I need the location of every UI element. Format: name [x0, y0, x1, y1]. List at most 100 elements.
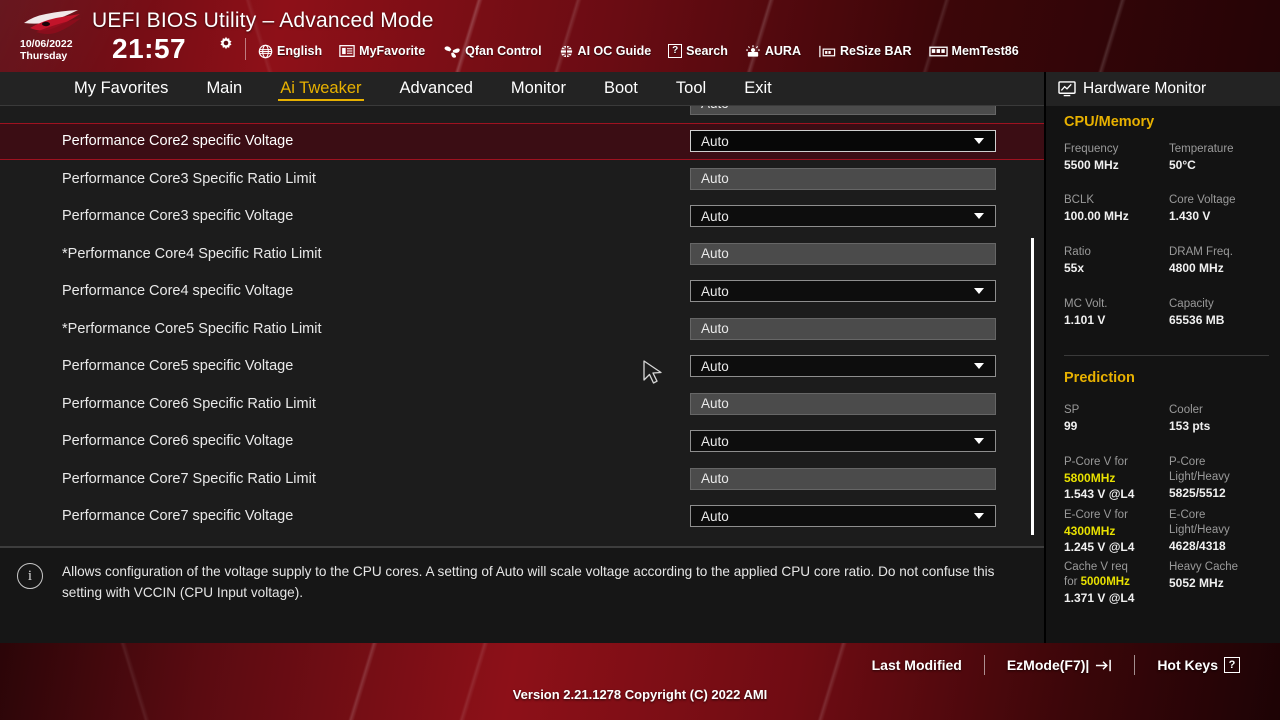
tab-monitor[interactable]: Monitor [492, 72, 585, 106]
hotkeys-button[interactable]: Hot Keys ? [1135, 657, 1262, 673]
tool-label: AURA [764, 44, 801, 58]
settings-rows: Auto Performance Core2 specific Voltage … [0, 106, 1044, 535]
bottom-bar: Last Modified EzMode(F7)| Hot Keys ? Ver… [0, 643, 1280, 720]
setting-label: Performance Core5 specific Voltage [62, 358, 294, 375]
tool-label: Qfan Control [465, 44, 542, 58]
tab-my-favorites[interactable]: My Favorites [55, 72, 187, 106]
chevron-down-icon [974, 288, 984, 295]
tool-resize-bar[interactable]: ReSize BAR [818, 44, 912, 59]
tool-ai-oc-guide[interactable]: AI OC Guide [559, 44, 652, 59]
setting-value-text: Auto [701, 358, 729, 374]
tool-aura[interactable]: AURA [745, 44, 801, 59]
help-text: Allows configuration of the voltage supp… [62, 564, 995, 600]
table-row[interactable]: Performance Core3 specific Voltage Auto [0, 198, 1044, 236]
tool-search[interactable]: ? Search [668, 44, 728, 58]
header-tools: English MyFavorite Qfan Control AI OC Gu… [258, 40, 1019, 62]
settings-list: Auto Performance Core2 specific Voltage … [0, 106, 1044, 546]
tool-label: English [277, 44, 323, 58]
date-display: 10/06/2022 Thursday [20, 38, 73, 62]
setting-value-field[interactable]: Auto [690, 106, 996, 115]
setting-label: Performance Core6 specific Voltage [62, 433, 294, 450]
chevron-down-icon [974, 363, 984, 370]
hw-value: 1.245 V @L4 [1064, 540, 1135, 554]
setting-value-field[interactable]: Auto [690, 392, 996, 415]
tab-tool[interactable]: Tool [657, 72, 725, 106]
mouse-cursor [643, 360, 662, 384]
tool-myfavorite[interactable]: MyFavorite [339, 44, 425, 58]
header-divider [245, 38, 246, 60]
setting-value-field[interactable]: Auto [690, 130, 996, 153]
hw-key: SP [1064, 404, 1080, 416]
setting-value-field[interactable]: Auto [690, 280, 996, 303]
tab-exit[interactable]: Exit [725, 72, 791, 106]
tool-label: Search [686, 44, 728, 58]
setting-value-field[interactable]: Auto [690, 430, 996, 453]
hw-key: Frequency [1064, 143, 1119, 155]
aura-icon [746, 44, 760, 57]
setting-value-field[interactable]: Auto [690, 355, 996, 378]
setting-label: Performance Core2 specific Voltage [62, 133, 294, 150]
settings-scrollbar[interactable] [1029, 126, 1035, 536]
hw-pair-pcore-light-heavy: P-Core Light/Heavy 5825/5512 [1169, 455, 1274, 501]
hw-value: 1.430 V [1169, 209, 1211, 223]
top-header: UEFI BIOS Utility – Advanced Mode 10/06/… [0, 0, 1280, 72]
tab-ai-tweaker[interactable]: Ai Tweaker [261, 72, 380, 106]
table-row[interactable]: Auto [0, 106, 1044, 123]
chevron-down-icon [974, 513, 984, 520]
hw-value: 55x [1064, 261, 1085, 275]
tool-qfan-control[interactable]: Qfan Control [442, 44, 542, 59]
setting-label: *Performance Core4 Specific Ratio Limit [62, 245, 322, 262]
setting-label: Performance Core3 specific Voltage [62, 208, 294, 225]
memtest86-icon [928, 46, 948, 56]
last-modified-button[interactable]: Last Modified [850, 657, 984, 673]
setting-value-text: Auto [701, 133, 729, 149]
tab-boot[interactable]: Boot [585, 72, 657, 106]
scrollbar-thumb[interactable] [1031, 238, 1034, 535]
table-row[interactable]: *Performance Core4 Specific Ratio Limit … [0, 235, 1044, 273]
setting-value-field[interactable]: Auto [690, 317, 996, 340]
table-row[interactable]: Performance Core5 specific Voltage Auto [0, 348, 1044, 386]
setting-value-field[interactable]: Auto [690, 242, 996, 265]
hw-pair-ecore-light-heavy: E-Core Light/Heavy 4628/4318 [1169, 508, 1274, 554]
table-row[interactable]: Performance Core7 specific Voltage Auto [0, 498, 1044, 536]
hw-pair-mc-volt: MC Volt. 1.101 V [1064, 297, 1169, 328]
ezmode-button[interactable]: EzMode(F7)| [985, 657, 1134, 673]
hw-key: Temperature [1169, 143, 1234, 155]
hw-value: 65536 MB [1169, 313, 1225, 327]
table-row[interactable]: Performance Core6 specific Voltage Auto [0, 423, 1044, 461]
hw-key-line2: for 5000MHz [1064, 575, 1169, 590]
hw-value: 5825/5512 [1169, 486, 1226, 500]
table-row[interactable]: Performance Core3 Specific Ratio Limit A… [0, 160, 1044, 198]
hw-pair-sp: SP 99 [1064, 403, 1169, 434]
tool-english[interactable]: English [258, 44, 322, 59]
tool-memtest86[interactable]: MemTest86 [928, 44, 1019, 58]
section-title-cpu-memory: CPU/Memory [1064, 114, 1155, 130]
hw-key-freq: 5800MHz [1064, 471, 1116, 485]
table-row[interactable]: Performance Core4 specific Voltage Auto [0, 273, 1044, 311]
hw-pair-temperature: Temperature 50°C [1169, 142, 1274, 173]
hw-value: 1.101 V [1064, 313, 1106, 327]
tab-main[interactable]: Main [187, 72, 261, 106]
tool-label: AI OC Guide [577, 44, 652, 58]
hw-key: Capacity [1169, 298, 1214, 310]
table-row[interactable]: Performance Core2 specific Voltage Auto [0, 122, 1044, 160]
tab-advanced[interactable]: Advanced [381, 72, 492, 106]
hardware-monitor-panel: Hardware Monitor CPU/Memory Frequency 55… [1044, 72, 1280, 643]
setting-value-field[interactable]: Auto [690, 467, 996, 490]
hw-key: Light/Heavy [1169, 471, 1230, 483]
gear-icon[interactable] [218, 36, 234, 52]
hw-pair-pcore-voltage: P-Core V for 5800MHz 1.543 V @L4 [1064, 455, 1169, 502]
setting-label: Performance Core3 Specific Ratio Limit [62, 170, 316, 187]
setting-value-field[interactable]: Auto [690, 167, 996, 190]
table-row[interactable]: Performance Core7 Specific Ratio Limit A… [0, 460, 1044, 498]
hw-pair-bclk: BCLK 100.00 MHz [1064, 193, 1169, 224]
table-row[interactable]: Performance Core6 Specific Ratio Limit A… [0, 385, 1044, 423]
hw-key-highlight: 5800MHz [1064, 470, 1169, 486]
hw-pair-core-voltage: Core Voltage 1.430 V [1169, 193, 1274, 224]
table-row[interactable]: *Performance Core5 Specific Ratio Limit … [0, 310, 1044, 348]
setting-value-field[interactable]: Auto [690, 205, 996, 228]
hw-value: 50°C [1169, 158, 1196, 172]
globe-icon [258, 44, 273, 58]
question-mark-icon: ? [1224, 657, 1240, 673]
setting-value-field[interactable]: Auto [690, 505, 996, 528]
